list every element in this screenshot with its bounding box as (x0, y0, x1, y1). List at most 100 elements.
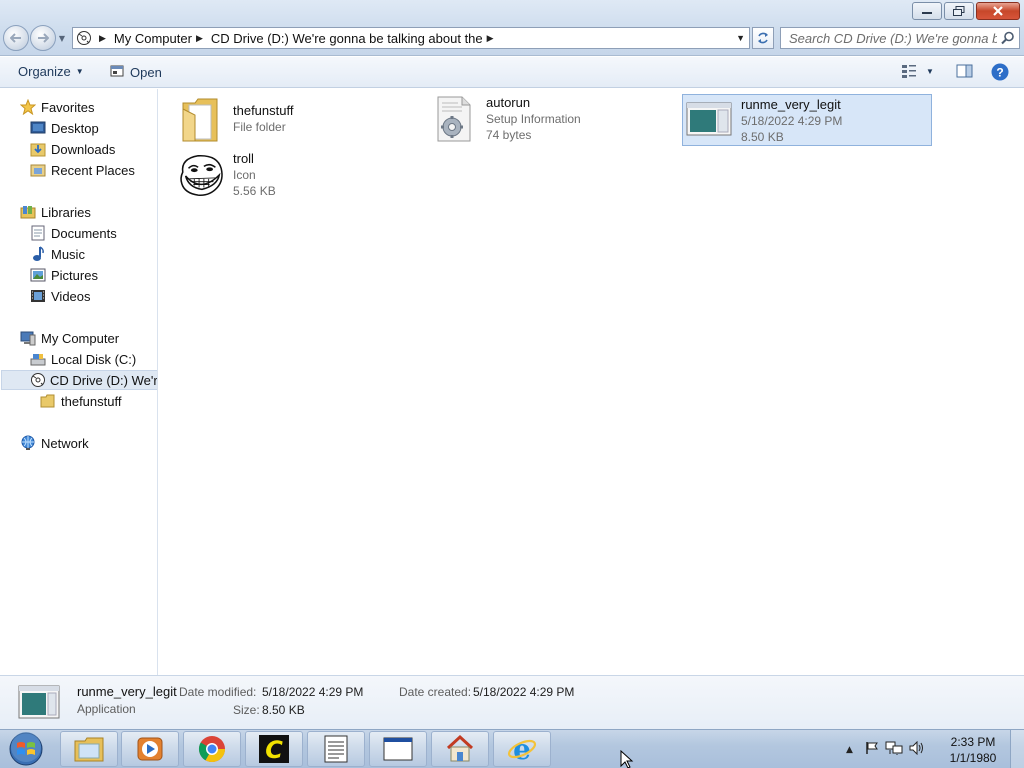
taskbar-window[interactable] (369, 731, 427, 767)
mouse-cursor-icon (620, 749, 634, 768)
nav-recent-places[interactable]: Recent Places (29, 160, 135, 180)
nav-local-disk[interactable]: Local Disk (C:) (29, 349, 136, 369)
settings-file-icon (430, 95, 478, 143)
nav-music[interactable]: Music (29, 244, 85, 264)
file-size: 74 bytes (486, 128, 532, 142)
preview-pane-button[interactable] (955, 62, 975, 80)
taskbar-internet-explorer[interactable]: e (493, 731, 551, 767)
application-icon (685, 95, 733, 143)
nav-network-label: Network (41, 435, 89, 451)
nav-cd-drive[interactable]: CD Drive (D:) We're g (1, 370, 157, 390)
organize-button[interactable]: Organize ▼ (18, 64, 84, 79)
windows-start-icon (9, 732, 43, 766)
taskbar-ccleaner[interactable]: C (245, 731, 303, 767)
forward-button[interactable] (30, 25, 56, 51)
nav-pictures-label: Pictures (51, 267, 98, 283)
nav-libraries-label: Libraries (41, 204, 91, 220)
nav-documents[interactable]: Documents (29, 223, 117, 243)
file-item-autorun[interactable]: autorun Setup Information 74 bytes (430, 95, 670, 147)
command-bar: Organize ▼ Open ▼ ? (0, 57, 1024, 88)
date-created-value: 5/18/2022 4:29 PM (473, 685, 575, 699)
network-status-icon[interactable] (885, 740, 903, 759)
nav-pictures[interactable]: Pictures (29, 265, 98, 285)
navigation-buttons: ▼ (3, 25, 67, 51)
nav-videos-label: Videos (51, 288, 91, 304)
nav-favorites[interactable]: Favorites (19, 97, 94, 117)
cd-drive-icon (73, 30, 95, 46)
back-button[interactable] (3, 25, 29, 51)
file-size: 5.56 KB (233, 184, 276, 198)
refresh-button[interactable] (752, 27, 774, 49)
breadcrumb-my-computer[interactable]: My Computer (114, 31, 192, 46)
action-center-flag-icon[interactable] (865, 741, 879, 758)
chevron-down-icon: ▼ (75, 67, 84, 76)
chevron-right-icon[interactable]: ▶ (99, 33, 106, 44)
nav-my-computer[interactable]: My Computer (19, 328, 119, 348)
documents-icon (29, 225, 47, 241)
taskbar-notepad[interactable] (307, 731, 365, 767)
file-type: Setup Information (486, 112, 581, 126)
change-view-button[interactable]: ▼ (900, 62, 934, 80)
svg-text:?: ? (996, 66, 1003, 80)
search-icon[interactable] (1001, 31, 1015, 48)
restore-button[interactable] (944, 2, 974, 20)
file-name: thefunstuff (233, 103, 294, 118)
address-dropdown-icon[interactable]: ▼ (736, 28, 745, 48)
media-player-icon (137, 737, 163, 761)
chevron-down-icon[interactable]: ▼ (926, 67, 934, 76)
file-type: Icon (233, 168, 256, 182)
taskbar-file-explorer[interactable] (60, 731, 118, 767)
details-pane: runme_very_legit Application Date modifi… (0, 675, 1024, 729)
svg-text:e: e (513, 734, 531, 764)
nav-music-label: Music (51, 246, 85, 262)
show-desktop-button[interactable] (1010, 730, 1024, 768)
open-icon (110, 64, 124, 81)
clock-time: 2:33 PM (950, 735, 996, 749)
taskbar-media-player[interactable] (121, 731, 179, 767)
file-item-thefunstuff[interactable]: thefunstuff File folder (177, 95, 417, 147)
network-icon (19, 435, 37, 451)
help-button[interactable]: ? (990, 62, 1010, 82)
search-input[interactable] (789, 30, 997, 46)
local-disk-icon (29, 351, 47, 367)
system-clock[interactable]: 2:33 PM 1/1/1980 (945, 734, 1001, 766)
open-button[interactable]: Open (110, 64, 162, 81)
recent-pages-dropdown[interactable]: ▼ (57, 25, 67, 51)
show-hidden-icons-icon[interactable]: ▲ (846, 745, 853, 755)
size-label: Size: (233, 703, 260, 717)
search-box[interactable] (780, 27, 1020, 49)
nav-videos[interactable]: Videos (29, 286, 91, 306)
date-modified-value: 5/18/2022 4:29 PM (262, 685, 364, 699)
chevron-right-icon[interactable]: ▶ (196, 33, 203, 44)
file-type: File folder (233, 120, 286, 134)
downloads-folder-icon (29, 141, 47, 157)
nav-thefunstuff[interactable]: thefunstuff (39, 391, 121, 411)
volume-icon[interactable] (909, 740, 925, 758)
start-button[interactable] (6, 732, 46, 766)
ccleaner-icon: C (259, 735, 289, 764)
close-button[interactable] (976, 2, 1020, 20)
file-name: runme_very_legit (741, 97, 841, 112)
file-item-runme-very-legit[interactable]: runme_very_legit 5/18/2022 4:29 PM 8.50 … (682, 94, 932, 146)
breadcrumb-cd-drive[interactable]: CD Drive (D:) We're gonna be talking abo… (211, 31, 483, 46)
chevron-right-icon[interactable]: ▶ (487, 33, 494, 44)
nav-recent-places-label: Recent Places (51, 162, 135, 178)
minimize-button[interactable] (912, 2, 942, 20)
date-created-label: Date created: (399, 685, 472, 699)
nav-documents-label: Documents (51, 225, 117, 241)
nav-desktop[interactable]: Desktop (29, 118, 99, 138)
desktop-icon (29, 120, 47, 136)
nav-my-computer-label: My Computer (41, 330, 120, 346)
pictures-icon (29, 267, 47, 283)
svg-text:C: C (265, 736, 283, 764)
nav-downloads[interactable]: Downloads (29, 139, 115, 159)
nav-local-disk-label: Local Disk (C:) (51, 351, 137, 367)
clock-date: 1/1/1980 (949, 751, 997, 765)
file-item-troll[interactable]: troll Icon 5.56 KB (177, 151, 417, 203)
taskbar-chrome[interactable] (183, 731, 241, 767)
address-bar[interactable]: ▶ My Computer ▶ CD Drive (D:) We're gonn… (72, 27, 750, 49)
title-bar: ▼ ▶ My Computer ▶ CD Drive (D:) We're go… (0, 0, 1024, 56)
nav-libraries[interactable]: Libraries (19, 202, 91, 222)
taskbar-homegroup[interactable] (431, 731, 489, 767)
nav-network[interactable]: Network (19, 433, 89, 453)
